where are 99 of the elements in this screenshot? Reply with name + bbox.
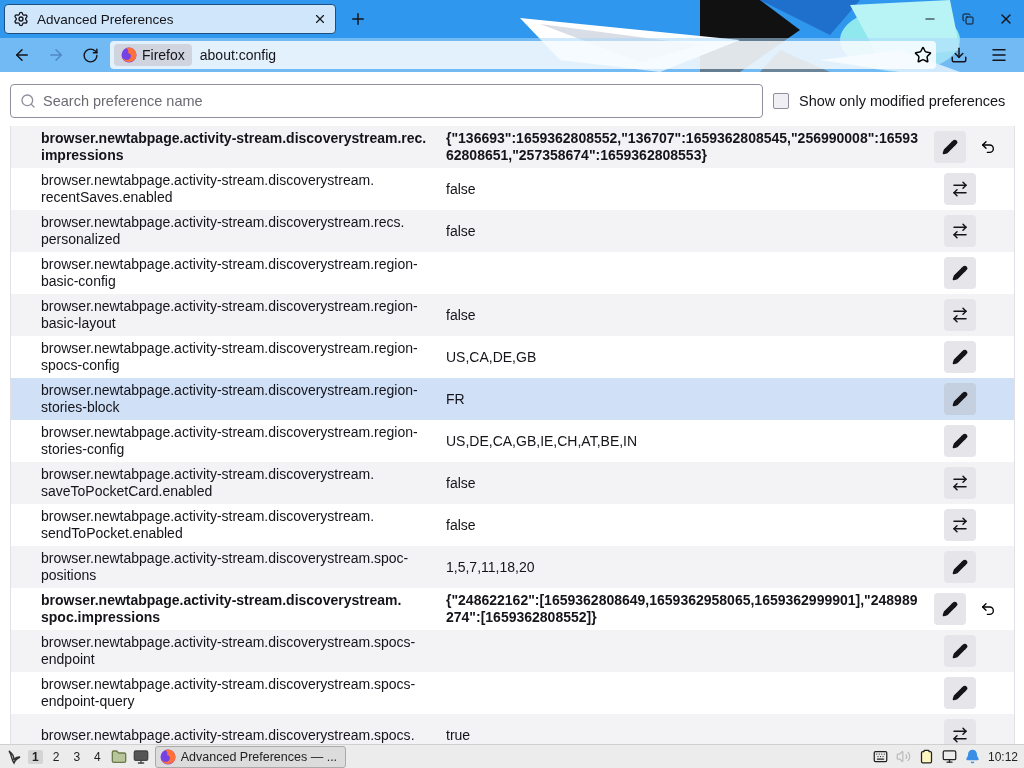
toggle-icon: [951, 726, 969, 744]
preference-name: browser.newtabpage.activity-stream.discoverystream.region-basic-config: [40, 256, 419, 290]
workspace-switch[interactable]: 1: [28, 749, 43, 764]
menu-icon: [990, 46, 1008, 64]
preference-value: false: [446, 222, 477, 240]
workspace-switch[interactable]: 3: [69, 749, 85, 764]
edit-icon: [952, 349, 968, 365]
edit-icon: [952, 559, 968, 575]
preference-name: browser.newtabpage.activity-stream.discoverystream.spocs-endpoint: [40, 634, 417, 668]
notification-icon[interactable]: [964, 749, 980, 764]
edit-icon: [952, 391, 968, 407]
settings-icon: [13, 11, 29, 27]
edit-icon: [942, 601, 958, 617]
start-menu-icon[interactable]: [6, 748, 22, 765]
preference-row[interactable]: browser.newtabpage.activity-stream.discoverystream.spocs. true: [11, 714, 1014, 744]
edit-button[interactable]: [934, 593, 966, 625]
preference-row[interactable]: browser.newtabpage.activity-stream.discoverystream.region-basic-layout false: [11, 294, 1014, 336]
workspace-switch[interactable]: 2: [48, 749, 64, 764]
preference-row[interactable]: browser.newtabpage.activity-stream.discoverystream.spocs-endpoint: [11, 630, 1014, 672]
preference-name: browser.newtabpage.activity-stream.discoverystream.spoc-positions: [40, 550, 410, 584]
bookmark-star-icon[interactable]: [914, 46, 932, 64]
identity-label: Firefox: [142, 47, 185, 63]
download-icon: [950, 46, 968, 64]
preference-name: browser.newtabpage.activity-stream.discoverystream.spoc.impressions: [40, 592, 403, 626]
tab-title: Advanced Preferences: [37, 11, 175, 27]
toggle-button[interactable]: [944, 719, 976, 744]
toggle-button[interactable]: [944, 509, 976, 541]
search-icon: [20, 93, 36, 109]
toggle-button[interactable]: [944, 467, 976, 499]
preference-name: browser.newtabpage.activity-stream.discoverystream.region-basic-layout: [40, 298, 419, 332]
edit-button[interactable]: [944, 383, 976, 415]
identity-button[interactable]: Firefox: [114, 44, 192, 66]
preference-name: browser.newtabpage.activity-stream.discoverystream.recentSaves.enabled: [40, 172, 376, 206]
preference-name: browser.newtabpage.activity-stream.discoverystream.rec.impressions: [40, 130, 428, 164]
preference-row[interactable]: browser.newtabpage.activity-stream.discoverystream.spoc-positions 1,5,7,11,18,20: [11, 546, 1014, 588]
preference-row[interactable]: browser.newtabpage.activity-stream.discoverystream.region-stories-block FR: [11, 378, 1014, 420]
edit-icon: [952, 265, 968, 281]
preference-name: browser.newtabpage.activity-stream.discoverystream.region-stories-block: [40, 382, 419, 416]
edit-button[interactable]: [944, 257, 976, 289]
toggle-icon: [951, 474, 969, 492]
toggle-icon: [951, 180, 969, 198]
toggle-icon: [951, 516, 969, 534]
toggle-button[interactable]: [944, 215, 976, 247]
preference-value: US,DE,CA,GB,IE,CH,AT,BE,IN: [446, 432, 639, 450]
edit-icon: [952, 643, 968, 659]
checkbox[interactable]: [773, 93, 789, 109]
preference-row[interactable]: browser.newtabpage.activity-stream.discoverystream.recs.personalized false: [11, 210, 1014, 252]
preference-value: false: [446, 306, 477, 324]
toggle-icon: [951, 222, 969, 240]
browser-logo-icon: [121, 47, 137, 63]
edit-icon: [952, 433, 968, 449]
restore-icon: [962, 13, 974, 25]
undo-icon: [980, 601, 996, 617]
preference-value: {"136693":1659362808552,"136707":1659362808545,"256990008":1659362808651,"257358674":1659362808553}: [446, 130, 919, 164]
folder-icon[interactable]: [110, 748, 127, 765]
preference-value: false: [446, 180, 477, 198]
display-icon[interactable]: [941, 749, 957, 764]
preference-row[interactable]: browser.newtabpage.activity-stream.discoverystream.saveToPocketCard.enabled false: [11, 462, 1014, 504]
clipboard-icon[interactable]: [918, 749, 934, 764]
keyboard-icon[interactable]: [872, 749, 888, 764]
toggle-button[interactable]: [944, 299, 976, 331]
toggle-icon: [951, 306, 969, 324]
preference-value: 1,5,7,11,18,20: [446, 558, 536, 576]
edit-button[interactable]: [934, 131, 966, 163]
edit-button[interactable]: [944, 551, 976, 583]
preference-name: browser.newtabpage.activity-stream.discoverystream.region-stories-config: [40, 424, 419, 458]
preference-value: false: [446, 516, 477, 534]
preference-name: browser.newtabpage.activity-stream.discoverystream.sendToPocket.enabled: [40, 508, 376, 542]
undo-icon: [980, 139, 996, 155]
url-text: about:config: [199, 47, 278, 63]
workspace-switch[interactable]: 4: [90, 749, 105, 764]
preference-name: browser.newtabpage.activity-stream.discoverystream.spocs-endpoint-query: [40, 676, 417, 710]
preference-name: browser.newtabpage.activity-stream.discoverystream.saveToPocketCard.enabled: [40, 466, 376, 500]
clock: 10:12: [987, 749, 1018, 764]
preference-name: browser.newtabpage.activity-stream.discoverystream.region-spocs-config: [40, 340, 419, 374]
edit-icon: [942, 139, 958, 155]
forward-arrow-icon: [47, 46, 65, 64]
preference-name: browser.newtabpage.activity-stream.discoverystream.recs.personalized: [40, 214, 406, 248]
edit-button[interactable]: [944, 425, 976, 457]
preference-value: true: [446, 726, 472, 744]
edit-button[interactable]: [944, 341, 976, 373]
taskbar-window-button[interactable]: Advanced Preferences — ...: [154, 745, 347, 768]
close-icon[interactable]: [313, 12, 327, 26]
preference-row[interactable]: browser.newtabpage.activity-stream.discoverystream.rec.impressions {"136693":1659362808552,"136707":1659362808545,"256990008":1659362808651,"257358674":1659362808553}: [11, 126, 1014, 168]
edit-icon: [952, 685, 968, 701]
reload-icon: [81, 46, 99, 64]
preference-value: US,CA,DE,GB: [446, 348, 538, 366]
edit-button[interactable]: [944, 635, 976, 667]
search-field[interactable]: Search preference name: [10, 84, 763, 118]
preference-value: false: [446, 474, 477, 492]
preference-value: FR: [446, 390, 466, 408]
browser-tab[interactable]: Advanced Preferences: [4, 4, 336, 34]
toggle-button[interactable]: [944, 173, 976, 205]
checkbox-label: Show only modified preferences: [799, 93, 1006, 109]
browser-logo-icon: [159, 748, 176, 765]
preference-name: browser.newtabpage.activity-stream.discoverystream.spocs.: [40, 726, 416, 744]
plus-icon: [349, 10, 367, 28]
preference-value: {"248622162":[1659362808649,1659362958065,1659362999901],"248989274":[1659362808552]}: [446, 592, 919, 626]
edit-button[interactable]: [944, 677, 976, 709]
